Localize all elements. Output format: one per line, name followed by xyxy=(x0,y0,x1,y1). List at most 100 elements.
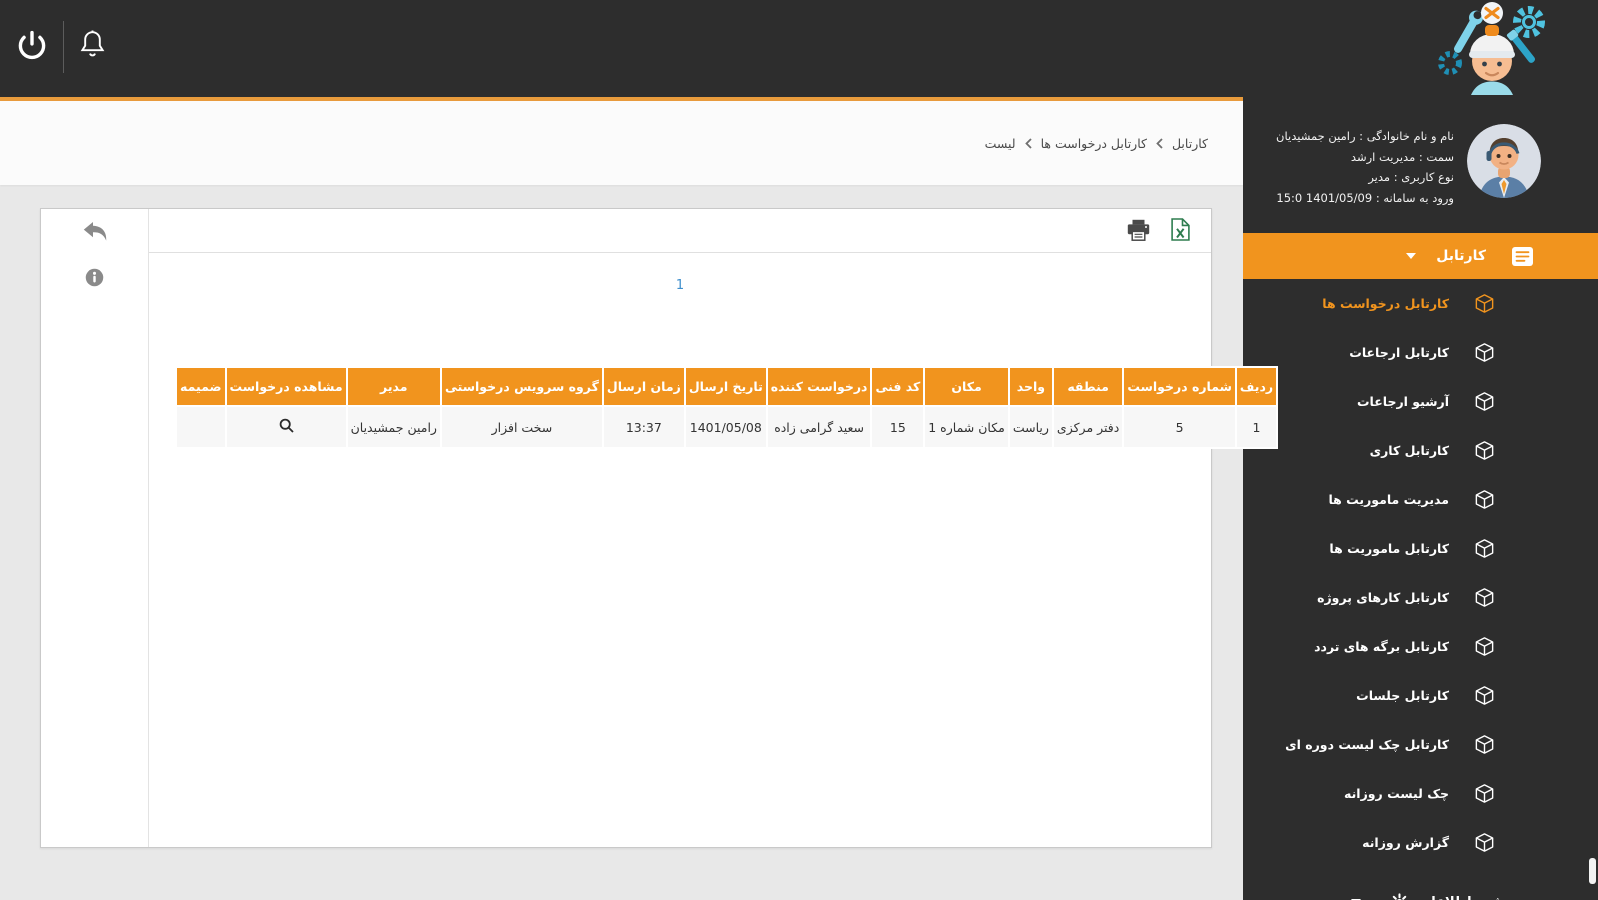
sidebar-item-label: کارتابل چک لیست دوره ای xyxy=(1285,737,1449,752)
column-header-manager: مدیر xyxy=(345,366,442,407)
user-login-line: ورود به سامانه : 1401/05/09 15:0 xyxy=(1276,190,1454,205)
pagination: 1 xyxy=(149,274,1211,293)
user-name-line: نام و نام خانوادگی : رامین جمشیدیان xyxy=(1276,129,1454,143)
request-table-body: 1 5 دفتر مرکزی ریاست مکان شماره 1 15 سعید گرام… xyxy=(175,405,1279,449)
sidebar-item-11[interactable]: گزارش روزانه xyxy=(1243,818,1598,867)
cube-icon xyxy=(1474,832,1495,853)
request-table-header-row: ردیف شماره درخواست منطقه واحد مکان کد فنی درخو… xyxy=(175,366,1279,407)
column-header-attachment: ضمیمه xyxy=(175,366,227,407)
sidebar-item-7[interactable]: کارتابل برگه های تردد xyxy=(1243,622,1598,671)
user-position-line: سمت : مدیریت ارشد xyxy=(1350,149,1454,164)
cell-unit: ریاست xyxy=(1007,405,1054,449)
reply-icon xyxy=(83,222,106,241)
card-main: 1 ردیف شماره درخواست منطقه واحد مکان کد فنی در… xyxy=(149,209,1279,847)
mascot-logo xyxy=(1436,1,1548,99)
info-icon xyxy=(85,268,104,287)
sidebar: نام و نام خانوادگی : رامین جمشیدیان سمت … xyxy=(1243,97,1598,900)
column-header-send_date: تاریخ ارسال xyxy=(683,366,768,407)
cube-icon xyxy=(1474,783,1495,804)
notifications-button[interactable] xyxy=(79,28,106,60)
back-button[interactable] xyxy=(83,222,107,242)
user-type-line: نوع کاربری : مدیر xyxy=(1368,170,1454,184)
info-button[interactable] xyxy=(85,268,104,287)
sidebar-item-label: گزارش روزانه xyxy=(1362,835,1449,850)
breadcrumb-item-0[interactable]: کارتابل xyxy=(1172,136,1208,151)
user-info: نام و نام خانوادگی : رامین جمشیدیان سمت … xyxy=(1276,124,1454,208)
cell-location: مکان شماره 1 xyxy=(923,405,1010,449)
cube-icon xyxy=(1474,391,1495,412)
search-icon[interactable] xyxy=(279,418,294,433)
content-card: 1 ردیف شماره درخواست منطقه واحد مکان کد فنی در… xyxy=(40,208,1279,848)
cell-send_time: 13:37 xyxy=(601,405,686,449)
user-panel: نام و نام خانوادگی : رامین جمشیدیان سمت … xyxy=(1243,97,1598,208)
cell-request_no: 5 xyxy=(1122,405,1237,449)
sidebar-item-9[interactable]: کارتابل چک لیست دوره ای xyxy=(1243,720,1598,769)
sidebar-item-label: کارتابل ارجاعات xyxy=(1349,345,1449,360)
breadcrumb-item-1[interactable]: کارتابل درخواست ها xyxy=(1041,136,1147,151)
column-header-region: منطقه xyxy=(1051,366,1125,407)
gear-icon xyxy=(1390,892,1409,900)
cube-icon xyxy=(1474,489,1495,510)
cube-icon xyxy=(1474,685,1495,706)
excel-export-button[interactable] xyxy=(1171,218,1190,241)
table-row: 1 5 دفتر مرکزی ریاست مکان شماره 1 15 سعید گرام… xyxy=(175,405,1279,449)
column-header-row: ردیف xyxy=(1234,366,1279,407)
sidebar-item-label: چک لیست روزانه xyxy=(1344,786,1449,801)
column-header-location: مکان xyxy=(923,366,1010,407)
breadcrumb-item-2[interactable]: لیست xyxy=(985,136,1016,151)
cube-icon xyxy=(1474,636,1495,657)
sidebar-section-data-entry[interactable]: ثبت اطلاعات xyxy=(1243,879,1598,900)
breadcrumb: کارتابل کارتابل درخواست ها لیست xyxy=(985,101,1243,185)
sidebar-item-1[interactable]: کارتابل ارجاعات xyxy=(1243,328,1598,377)
cell-attachment xyxy=(175,405,227,449)
sidebar-menu: کارتابل درخواست ها کارتابل ارجاعات آرشیو ا… xyxy=(1243,279,1598,867)
sidebar-item-10[interactable]: چک لیست روزانه xyxy=(1243,769,1598,818)
table-wrap: ردیف شماره درخواست منطقه واحد مکان کد فنی درخو… xyxy=(175,366,1279,449)
table-toolbar xyxy=(149,209,1211,253)
topbar-divider xyxy=(63,21,64,73)
sidebar-item-label: کارتابل ماموریت ها xyxy=(1329,541,1449,556)
cube-icon xyxy=(1474,293,1495,314)
page-1-link[interactable]: 1 xyxy=(676,278,684,293)
column-header-view: مشاهده درخواست xyxy=(224,366,348,407)
sidebar-item-label: کارتابل کاری xyxy=(1369,443,1449,458)
sidebar-item-4[interactable]: مدیریت ماموریت ها xyxy=(1243,475,1598,524)
print-button[interactable] xyxy=(1127,219,1150,241)
cell-view[interactable] xyxy=(224,405,348,449)
sidebar-section-label: کارتابل xyxy=(1436,248,1486,264)
list-icon xyxy=(1512,246,1533,266)
sidebar-item-label: کارتابل کارهای پروژه xyxy=(1317,590,1449,605)
column-header-send_time: زمان ارسال xyxy=(601,366,686,407)
breadcrumb-band: کارتابل کارتابل درخواست ها لیست xyxy=(0,101,1243,185)
chevron-left-icon xyxy=(1156,137,1163,149)
column-header-unit: واحد xyxy=(1007,366,1054,407)
sidebar-item-3[interactable]: کارتابل کاری xyxy=(1243,426,1598,475)
cube-icon xyxy=(1474,587,1495,608)
sidebar-bottom-section-label: ثبت اطلاعات xyxy=(1418,895,1500,900)
print-icon xyxy=(1127,219,1150,241)
cube-icon xyxy=(1474,342,1495,363)
sidebar-section-cartable[interactable]: کارتابل xyxy=(1243,233,1598,279)
column-header-service_group: گروه سرویس درخواستی xyxy=(439,366,604,407)
cell-row: 1 xyxy=(1234,405,1279,449)
sidebar-item-label: کارتابل برگه های تردد xyxy=(1314,639,1449,654)
cube-icon xyxy=(1474,440,1495,461)
sidebar-item-2[interactable]: آرشیو ارجاعات xyxy=(1243,377,1598,426)
bell-icon xyxy=(80,30,105,57)
power-button[interactable] xyxy=(15,29,49,63)
sidebar-scrollbar[interactable] xyxy=(1589,858,1596,884)
cell-requester: سعید گرامی زاده xyxy=(765,405,873,449)
cube-icon xyxy=(1474,734,1495,755)
cell-tech_code: 15 xyxy=(870,405,926,449)
requests-table: ردیف شماره درخواست منطقه واحد مکان کد فنی درخو… xyxy=(175,366,1279,449)
avatar xyxy=(1467,124,1541,198)
sidebar-item-0[interactable]: کارتابل درخواست ها xyxy=(1243,279,1598,328)
sidebar-item-label: مدیریت ماموریت ها xyxy=(1328,492,1449,507)
column-header-requester: درخواست کننده xyxy=(765,366,873,407)
cell-service_group: سخت افزار xyxy=(439,405,604,449)
sidebar-item-8[interactable]: کارتابل جلسات xyxy=(1243,671,1598,720)
cell-region: دفتر مرکزی xyxy=(1051,405,1125,449)
sidebar-item-label: کارتابل جلسات xyxy=(1356,688,1449,703)
sidebar-item-5[interactable]: کارتابل ماموریت ها xyxy=(1243,524,1598,573)
sidebar-item-6[interactable]: کارتابل کارهای پروژه xyxy=(1243,573,1598,622)
